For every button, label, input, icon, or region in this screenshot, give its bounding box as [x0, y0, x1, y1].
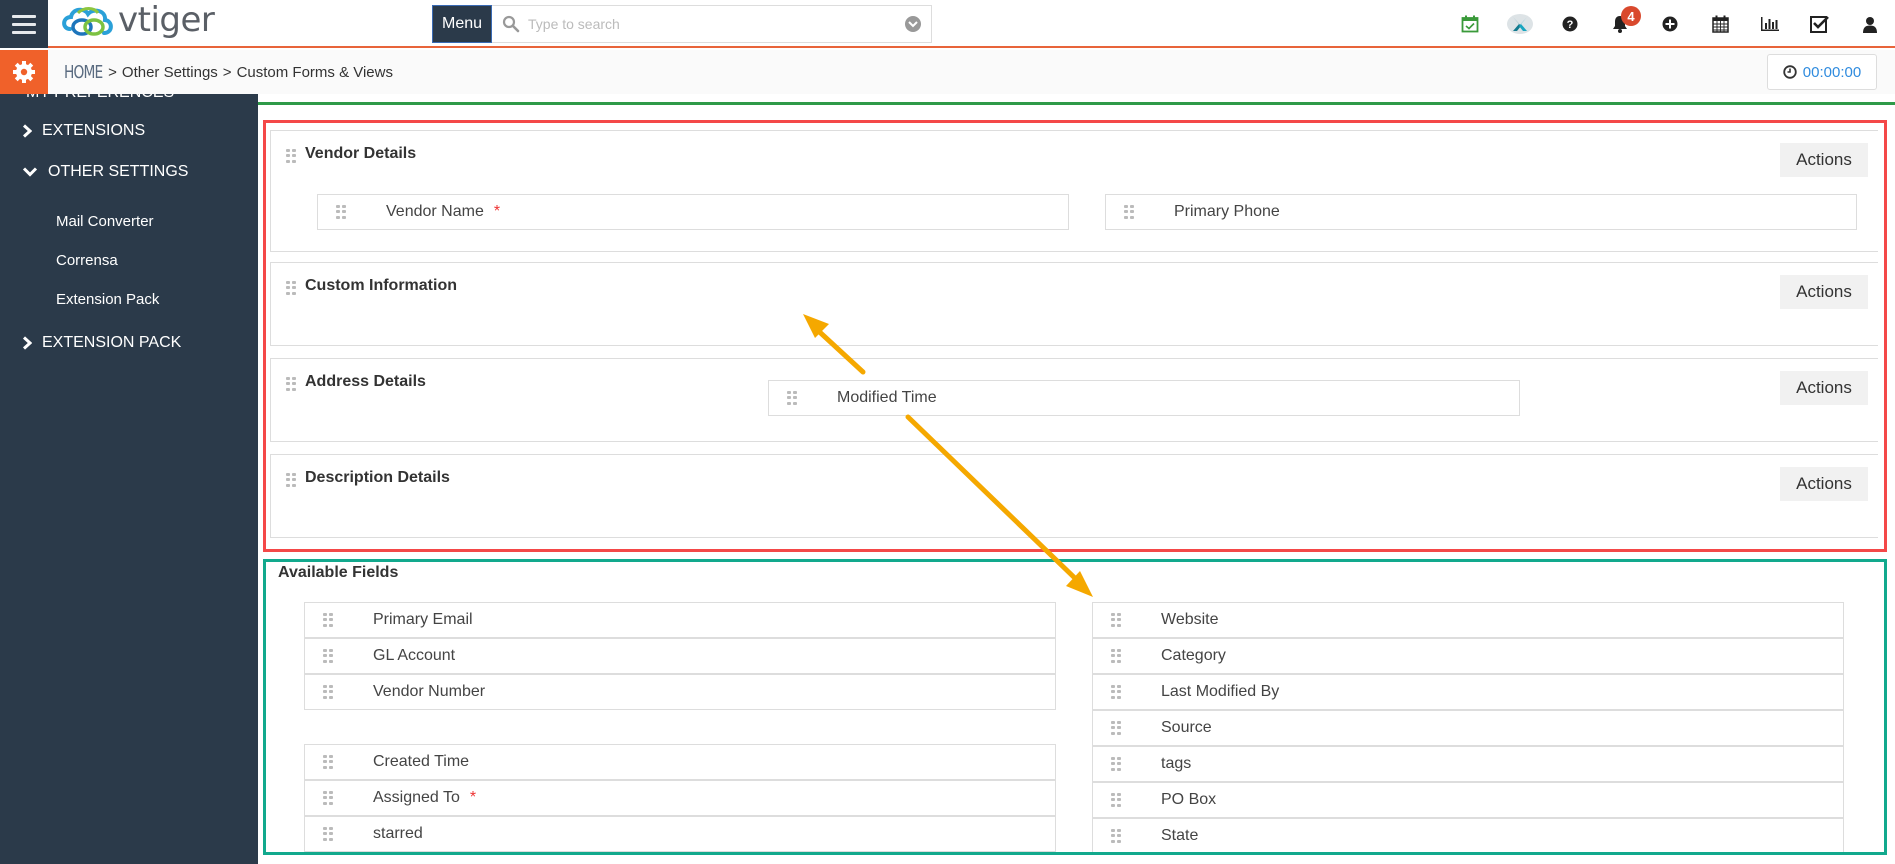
chevron-right-icon: [22, 124, 32, 138]
tasks-icon[interactable]: [1795, 0, 1845, 48]
sidebar-group-other-settings[interactable]: OTHER SETTINGS: [22, 163, 188, 181]
chevron-right-icon: >: [222, 63, 232, 81]
notification-count-badge: 4: [1621, 6, 1641, 26]
search-icon: [502, 15, 520, 33]
cloud-logo-icon: [62, 7, 113, 36]
layout-editor: Vendor Details Actions Vendor Name * Pri…: [258, 94, 1895, 864]
user-icon[interactable]: [1845, 0, 1895, 48]
breadcrumb-bar: HOME > Other Settings > Custom Forms & V…: [0, 50, 1895, 94]
calendar-check-icon[interactable]: [1445, 0, 1495, 48]
highlight-box-red: [263, 120, 1887, 552]
chevron-right-icon: [22, 336, 32, 350]
breadcrumb-custom-forms[interactable]: Custom Forms & Views: [237, 64, 393, 81]
breadcrumb-home[interactable]: HOME: [64, 62, 103, 83]
sidebar-group-extension-pack[interactable]: EXTENSION PACK: [22, 334, 181, 352]
vtiger-logo[interactable]: vtiger: [60, 0, 215, 44]
sidebar-item-corrensa[interactable]: Corrensa: [56, 252, 118, 269]
global-search[interactable]: [492, 5, 932, 43]
sidebar-group-label: EXTENSIONS: [42, 122, 146, 139]
settings-button[interactable]: [0, 50, 48, 94]
add-icon[interactable]: [1645, 0, 1695, 48]
sidebar-item-extension-pack[interactable]: Extension Pack: [56, 291, 159, 308]
top-navbar: vtiger Menu ? 4: [0, 0, 1895, 48]
sidebar-item-mail-converter[interactable]: Mail Converter: [56, 213, 154, 230]
top-icons: ? 4: [1445, 0, 1895, 48]
hamburger-line: [12, 30, 36, 34]
hamburger-line: [12, 22, 36, 26]
search-input[interactable]: [528, 16, 905, 32]
sidebar-group-my-preferences[interactable]: MY PREFERENCES: [26, 94, 174, 102]
chevron-right-icon: >: [108, 63, 117, 81]
sidebar-group-extensions[interactable]: EXTENSIONS: [22, 122, 145, 140]
notifications-bell-icon[interactable]: 4: [1595, 0, 1645, 48]
calendar-icon[interactable]: [1695, 0, 1745, 48]
breadcrumb: HOME > Other Settings > Custom Forms & V…: [64, 50, 393, 94]
sidebar-group-label: EXTENSION PACK: [42, 334, 182, 351]
clock-icon: [1783, 65, 1797, 79]
hamburger-menu-button[interactable]: [0, 0, 48, 48]
tab-indicator-line: [258, 102, 1895, 105]
reports-icon[interactable]: [1745, 0, 1795, 48]
logo-text: vtiger: [118, 0, 215, 40]
help-icon[interactable]: ?: [1545, 0, 1595, 48]
breadcrumb-other-settings[interactable]: Other Settings: [122, 64, 218, 81]
chevron-down-icon: [22, 167, 38, 177]
sidebar-group-label: OTHER SETTINGS: [48, 163, 189, 180]
hamburger-line: [12, 14, 36, 18]
settings-sidebar: MY PREFERENCES EXTENSIONS OTHER SETTINGS…: [0, 94, 258, 864]
timer-button[interactable]: 00:00:00: [1767, 54, 1877, 90]
x-app-icon[interactable]: [1495, 0, 1545, 48]
menu-button[interactable]: Menu: [432, 5, 492, 43]
gear-icon: [13, 61, 35, 83]
timer-value: 00:00:00: [1802, 63, 1862, 81]
highlight-box-teal: [263, 559, 1887, 855]
search-dropdown-icon[interactable]: [905, 16, 921, 32]
svg-text:?: ?: [1567, 19, 1574, 31]
